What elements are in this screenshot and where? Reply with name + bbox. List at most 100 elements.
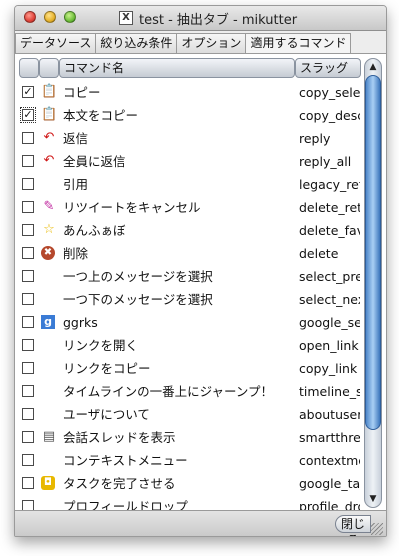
copy-icon: 📋 — [41, 84, 58, 99]
close-window-button[interactable] — [24, 11, 36, 23]
row-checkbox[interactable] — [22, 477, 34, 489]
zoom-window-button[interactable] — [64, 11, 76, 23]
command-slug: open_link — [299, 338, 359, 353]
command-slug: legacy_retweet — [299, 177, 360, 192]
command-slug: select_prev — [299, 269, 360, 284]
row-checkbox[interactable] — [22, 316, 34, 328]
resize-grip-icon[interactable] — [371, 523, 383, 535]
row-checkbox[interactable] — [22, 362, 34, 374]
row-checkbox[interactable] — [22, 178, 34, 190]
command-name: 一つ下のメッセージを選択 — [63, 292, 213, 307]
tab-applied-commands[interactable]: 適用するコマンド — [245, 33, 352, 53]
command-slug: reply_all — [299, 154, 352, 169]
minimize-window-button[interactable] — [44, 11, 56, 23]
row-checkbox[interactable] — [22, 408, 34, 420]
row-checkbox[interactable] — [22, 132, 34, 144]
task-icon: ◘ — [41, 476, 55, 490]
table-row[interactable]: ✓ 📋 コピー copy_selected — [15, 82, 360, 105]
bottom-bar: 閉じる — [15, 510, 386, 536]
app-icon: X — [119, 11, 133, 25]
table-row[interactable]: ✎ リツイートをキャンセル delete_retweet — [15, 197, 360, 220]
command-slug: delete_favorite — [299, 223, 360, 238]
thread-icon: ▤ — [42, 429, 56, 444]
delete-icon: ✖ — [41, 246, 55, 260]
table-row[interactable]: タイムラインの一番上にジャーンプ！ timeline_scroll_to_top — [15, 381, 360, 404]
google-icon: g — [41, 315, 55, 329]
header-check-column[interactable] — [19, 58, 39, 78]
scrollbar-thumb[interactable] — [365, 75, 381, 430]
row-checkbox[interactable] — [22, 155, 34, 167]
command-name: 返信 — [63, 131, 89, 146]
scroll-up-arrow-icon[interactable]: ▲ — [368, 61, 378, 73]
table-row[interactable]: 一つ上のメッセージを選択 select_prev — [15, 266, 360, 289]
table-row[interactable]: リンクをコピー copy_link — [15, 358, 360, 381]
command-name: 削除 — [63, 246, 89, 261]
table-row[interactable]: ☆ あんふぁぼ delete_favorite — [15, 220, 360, 243]
commands-panel: コマンド名 スラッグ ✓ 📋 コピー copy_selected ✓ 📋 本文をコピー cop… — [15, 53, 386, 511]
reply-icon: ↶ — [43, 130, 55, 145]
tab-filter-conditions[interactable]: 絞り込み条件 — [95, 33, 178, 53]
table-row[interactable]: gggrks google_search — [15, 312, 360, 335]
window-title-group: X test - 抽出タブ - mikutter — [119, 9, 298, 28]
row-checkbox[interactable] — [22, 201, 34, 213]
command-slug: reply — [299, 131, 331, 146]
row-checkbox[interactable] — [22, 270, 34, 282]
table-row[interactable]: プロフィールドロップ profile_drop — [15, 496, 360, 511]
row-checkbox[interactable] — [22, 247, 34, 259]
header-slug[interactable]: スラッグ — [295, 58, 361, 78]
command-slug: select_next — [299, 292, 360, 307]
command-name: 引用 — [63, 177, 89, 192]
table-row[interactable]: 一つ下のメッセージを選択 select_next — [15, 289, 360, 312]
row-checkbox[interactable]: ✓ — [22, 86, 34, 98]
command-name: プロフィールドロップ — [63, 499, 188, 511]
command-slug: google_search — [299, 315, 360, 330]
star-icon: ☆ — [43, 222, 55, 237]
command-slug: contextmenu — [299, 453, 360, 468]
command-slug: profile_drop — [299, 499, 360, 511]
command-slug: copy_selected — [299, 85, 360, 100]
scroll-down-arrow-icon[interactable]: ▼ — [368, 493, 378, 505]
title-bar: X test - 抽出タブ - mikutter — [15, 6, 386, 31]
row-checkbox[interactable]: ✓ — [20, 107, 36, 123]
reply-all-icon: ↶ — [43, 153, 55, 168]
command-name: ggrks — [63, 315, 98, 330]
command-name: 本文をコピー — [63, 108, 139, 123]
table-row[interactable]: ユーザについて aboutuser — [15, 404, 360, 427]
cancel-retweet-icon: ✎ — [43, 199, 55, 214]
table-row[interactable]: ✓ 📋 本文をコピー copy_description — [15, 105, 360, 128]
header-icon-column[interactable] — [39, 58, 59, 78]
command-name: リンクを開く — [63, 338, 139, 353]
command-name: コピー — [63, 85, 101, 100]
app-window: X test - 抽出タブ - mikutter データソース 絞り込み条件 オ… — [14, 5, 387, 537]
copy-body-icon: 📋 — [41, 107, 58, 122]
command-name: 会話スレッドを表示 — [63, 430, 176, 445]
command-name: タスクを完了させる — [63, 476, 176, 491]
table-row[interactable]: コンテキストメニュー contextmenu — [15, 450, 360, 473]
command-list: ✓ 📋 コピー copy_selected ✓ 📋 本文をコピー copy_descripti… — [15, 82, 360, 511]
command-slug: google_tasks — [299, 476, 360, 491]
table-row[interactable]: リンクを開く open_link — [15, 335, 360, 358]
row-checkbox[interactable] — [22, 431, 34, 443]
table-row[interactable]: ✖ 削除 delete — [15, 243, 360, 266]
row-checkbox[interactable] — [22, 454, 34, 466]
command-slug: copy_description — [299, 108, 360, 123]
table-row[interactable]: ↶ 全員に返信 reply_all — [15, 151, 360, 174]
command-slug: delete — [299, 246, 339, 261]
tab-options[interactable]: オプション — [176, 33, 247, 53]
vertical-scrollbar[interactable]: ▲ ▼ — [364, 58, 382, 508]
row-checkbox[interactable] — [22, 339, 34, 351]
tab-bar: データソース 絞り込み条件 オプション 適用するコマンド — [15, 33, 386, 53]
window-title: test - 抽出タブ - mikutter — [139, 12, 298, 28]
row-checkbox[interactable] — [22, 293, 34, 305]
command-name: 一つ上のメッセージを選択 — [63, 269, 213, 284]
table-row[interactable]: ↶ 返信 reply — [15, 128, 360, 151]
tab-data-source[interactable]: データソース — [15, 33, 97, 53]
row-checkbox[interactable] — [22, 385, 34, 397]
header-command-name[interactable]: コマンド名 — [59, 58, 295, 78]
command-slug: delete_retweet — [299, 200, 360, 215]
table-row[interactable]: 引用 legacy_retweet — [15, 174, 360, 197]
table-row[interactable]: ◘ タスクを完了させる google_tasks — [15, 473, 360, 496]
table-row[interactable]: ▤ 会話スレッドを表示 smartthread — [15, 427, 360, 450]
close-button[interactable]: 閉じる — [335, 515, 371, 536]
row-checkbox[interactable] — [22, 224, 34, 236]
